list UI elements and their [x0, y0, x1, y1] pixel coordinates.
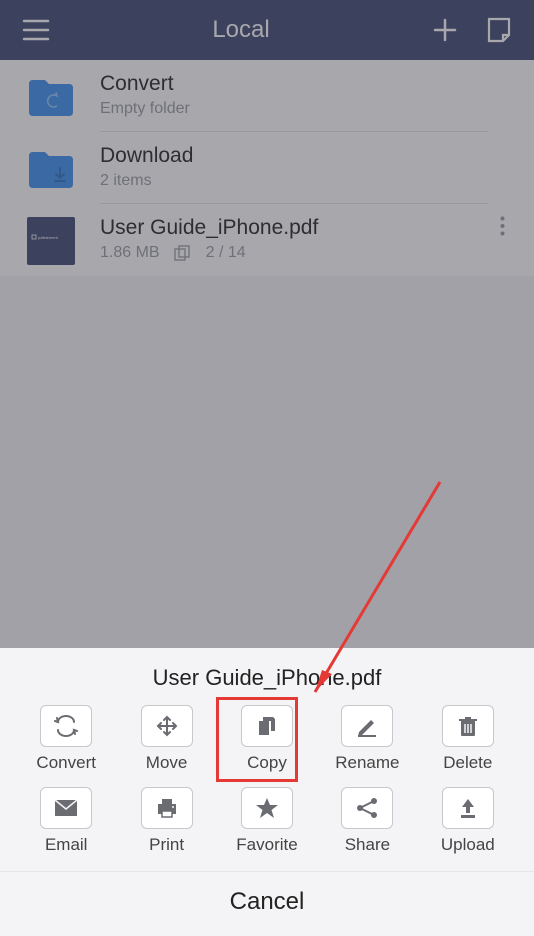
action-label: Upload — [441, 835, 495, 855]
favorite-action[interactable]: Favorite — [217, 787, 317, 855]
cancel-button[interactable]: Cancel — [0, 871, 534, 936]
copy-icon — [256, 715, 278, 737]
email-action[interactable]: Email — [16, 787, 116, 855]
more-icon[interactable] — [488, 216, 516, 236]
delete-icon — [458, 715, 478, 737]
print-action[interactable]: Print — [116, 787, 216, 855]
convert-icon — [54, 715, 78, 737]
email-icon — [54, 799, 78, 817]
file-name: Download — [100, 144, 488, 168]
folder-sync-icon — [27, 76, 75, 118]
sheet-title: User Guide_iPhone.pdf — [0, 651, 534, 701]
action-label: Share — [345, 835, 390, 855]
app-header: Local — [0, 0, 534, 60]
action-grid: Convert Move Copy Rename Delete Email — [0, 701, 534, 865]
favorite-icon — [255, 797, 279, 819]
pages-icon — [174, 245, 192, 261]
move-icon — [155, 714, 179, 738]
share-icon — [355, 797, 379, 819]
upload-icon — [458, 797, 478, 819]
file-list: Convert Empty folder Download 2 items pd… — [0, 60, 534, 276]
action-sheet: User Guide_iPhone.pdf Convert Move Copy … — [0, 651, 534, 936]
add-icon[interactable] — [432, 17, 458, 43]
pdf-thumbnail-icon: pdfelement — [27, 217, 75, 265]
action-label: Rename — [335, 753, 399, 773]
delete-action[interactable]: Delete — [418, 705, 518, 773]
file-meta: 2 items — [100, 172, 152, 190]
file-size: 1.86 MB — [100, 244, 160, 262]
action-label: Copy — [247, 753, 287, 773]
note-icon[interactable] — [486, 16, 512, 44]
file-pages: 2 / 14 — [206, 244, 246, 262]
action-label: Email — [45, 835, 88, 855]
action-label: Delete — [443, 753, 492, 773]
rename-icon — [356, 715, 378, 737]
rename-action[interactable]: Rename — [317, 705, 417, 773]
copy-action[interactable]: Copy — [217, 705, 317, 773]
menu-icon[interactable] — [22, 19, 50, 41]
folder-download-icon — [27, 148, 75, 190]
svg-text:pdfelement: pdfelement — [38, 235, 59, 240]
upload-action[interactable]: Upload — [418, 787, 518, 855]
action-label: Convert — [36, 753, 96, 773]
list-item[interactable]: Download 2 items — [0, 132, 534, 204]
action-label: Move — [146, 753, 188, 773]
print-icon — [155, 797, 179, 819]
page-title: Local — [212, 16, 269, 44]
share-action[interactable]: Share — [317, 787, 417, 855]
list-item[interactable]: Convert Empty folder — [0, 60, 534, 132]
file-name: Convert — [100, 72, 488, 96]
action-label: Print — [149, 835, 184, 855]
file-meta: Empty folder — [100, 100, 190, 118]
list-item[interactable]: pdfelement User Guide_iPhone.pdf 1.86 MB… — [0, 204, 534, 276]
file-name: User Guide_iPhone.pdf — [100, 216, 488, 240]
action-label: Favorite — [236, 835, 297, 855]
convert-action[interactable]: Convert — [16, 705, 116, 773]
move-action[interactable]: Move — [116, 705, 216, 773]
